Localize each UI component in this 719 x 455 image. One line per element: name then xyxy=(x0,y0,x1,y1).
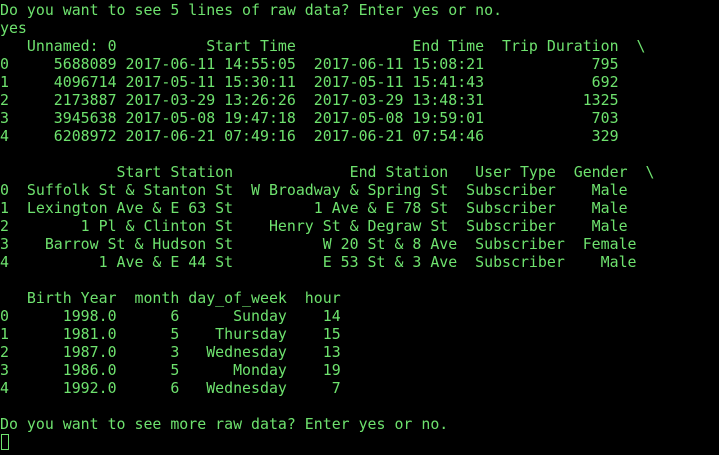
user-input-yes: yes xyxy=(0,19,27,37)
table-row: 3 3945638 2017-05-08 19:47:18 2017-05-08… xyxy=(0,109,619,127)
prompt-more-data: Do you want to see more raw data? Enter … xyxy=(0,415,449,433)
terminal-window[interactable]: Do you want to see 5 lines of raw data? … xyxy=(0,1,719,455)
table-row: 4 6208972 2017-06-21 07:49:16 2017-06-21… xyxy=(0,127,619,145)
table-row: 0 5688089 2017-06-11 14:55:05 2017-06-11… xyxy=(0,55,619,73)
input-line[interactable] xyxy=(0,433,719,451)
table-header-row: Unnamed: 0 Start Time End Time Trip Dura… xyxy=(0,37,646,55)
table-row: 4 1 Ave & E 44 St E 53 St & 3 Ave Subscr… xyxy=(0,253,637,271)
table-row: 1 Lexington Ave & E 63 St 1 Ave & E 78 S… xyxy=(0,199,628,217)
table-row: 2 1 Pl & Clinton St Henry St & Degraw St… xyxy=(0,217,628,235)
prompt-raw-data: Do you want to see 5 lines of raw data? … xyxy=(0,1,503,19)
table-row: 3 Barrow St & Hudson St W 20 St & 8 Ave … xyxy=(0,235,637,253)
text-cursor xyxy=(1,434,9,450)
table-header-row: Birth Year month day_of_week hour xyxy=(0,289,341,307)
table-row: 3 1986.0 5 Monday 19 xyxy=(0,361,341,379)
table-row: 1 1981.0 5 Thursday 15 xyxy=(0,325,341,343)
table-row: 1 4096714 2017-05-11 15:30:11 2017-05-11… xyxy=(0,73,619,91)
table-row: 2 1987.0 3 Wednesday 13 xyxy=(0,343,341,361)
table-header-row: Start Station End Station User Type Gend… xyxy=(0,163,655,181)
table-row: 4 1992.0 6 Wednesday 7 xyxy=(0,379,341,397)
table-row: 0 1998.0 6 Sunday 14 xyxy=(0,307,341,325)
table-row: 0 Suffolk St & Stanton St W Broadway & S… xyxy=(0,181,628,199)
table-row: 2 2173887 2017-03-29 13:26:26 2017-03-29… xyxy=(0,91,619,109)
